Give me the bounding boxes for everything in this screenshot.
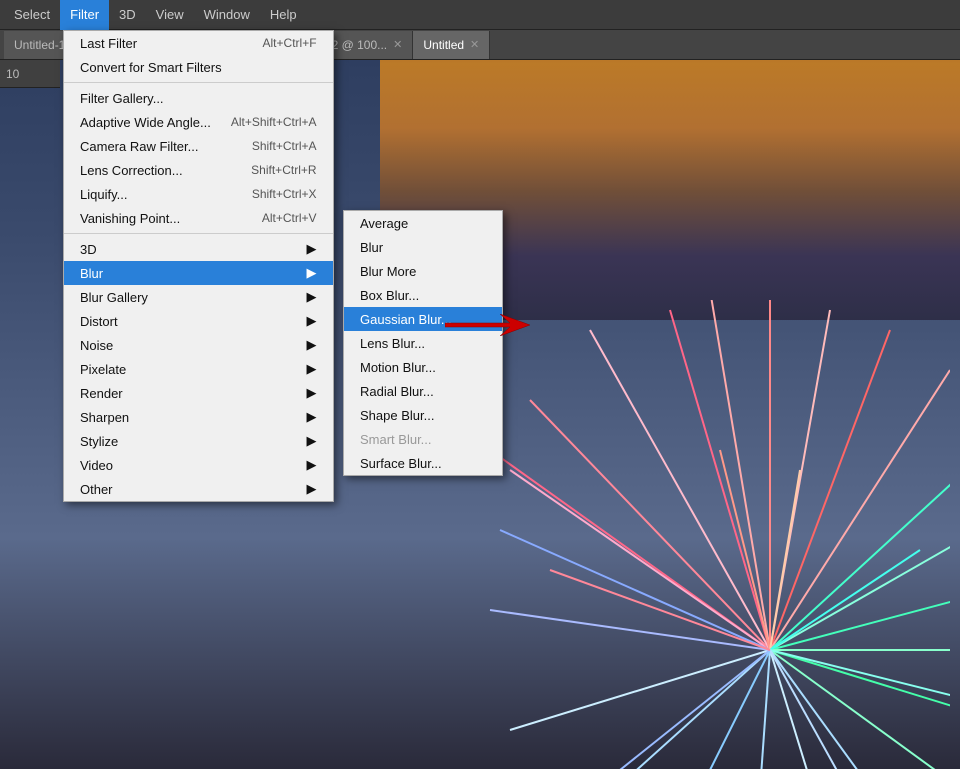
filter-blur-label: Blur (80, 266, 103, 281)
blur-more[interactable]: Blur More (344, 259, 502, 283)
filter-pixelate-label: Pixelate (80, 362, 126, 377)
filter-sharpen[interactable]: Sharpen ▶ (64, 405, 333, 429)
filter-other-label: Other (80, 482, 113, 497)
filter-vanishing-shortcut: Alt+Ctrl+V (262, 211, 317, 225)
filter-distort-arrow: ▶ (307, 313, 317, 329)
filter-menu: Last Filter Alt+Ctrl+F Convert for Smart… (63, 30, 334, 502)
blur-smart: Smart Blur... (344, 427, 502, 451)
blur-radial[interactable]: Radial Blur... (344, 379, 502, 403)
filter-lens-correction[interactable]: Lens Correction... Shift+Ctrl+R (64, 158, 333, 182)
filter-distort-label: Distort (80, 314, 118, 329)
menu-window[interactable]: Window (194, 0, 260, 30)
blur-average-label: Average (360, 216, 408, 231)
menu-help[interactable]: Help (260, 0, 307, 30)
filter-noise-arrow: ▶ (307, 337, 317, 353)
filter-blur-gallery-label: Blur Gallery (80, 290, 148, 305)
filter-other[interactable]: Other ▶ (64, 477, 333, 501)
blur-blur-label: Blur (360, 240, 383, 255)
blur-shape-label: Shape Blur... (360, 408, 434, 423)
blur-surface-label: Surface Blur... (360, 456, 442, 471)
filter-camera-shortcut: Shift+Ctrl+A (252, 139, 317, 153)
filter-adaptive-wide[interactable]: Adaptive Wide Angle... Alt+Shift+Ctrl+A (64, 110, 333, 134)
blur-lens-label: Lens Blur... (360, 336, 425, 351)
menu-select[interactable]: Select (4, 0, 60, 30)
separator-1 (64, 82, 333, 83)
filter-last-filter-shortcut: Alt+Ctrl+F (263, 36, 317, 50)
filter-noise-label: Noise (80, 338, 113, 353)
filter-render[interactable]: Render ▶ (64, 381, 333, 405)
filter-noise[interactable]: Noise ▶ (64, 333, 333, 357)
blur-radial-label: Radial Blur... (360, 384, 434, 399)
arrow-pointer (445, 314, 530, 336)
blur-smart-label: Smart Blur... (360, 432, 432, 447)
tab-label: Untitled (423, 38, 464, 52)
blur-box[interactable]: Box Blur... (344, 283, 502, 307)
tab-untitled[interactable]: Untitled ✕ (413, 31, 490, 59)
filter-sharpen-arrow: ▶ (307, 409, 317, 425)
blur-more-label: Blur More (360, 264, 416, 279)
blur-surface[interactable]: Surface Blur... (344, 451, 502, 475)
filter-3d[interactable]: 3D ▶ (64, 237, 333, 261)
filter-3d-arrow: ▶ (307, 241, 317, 257)
filter-pixelate[interactable]: Pixelate ▶ (64, 357, 333, 381)
menu-filter[interactable]: Filter (60, 0, 109, 30)
filter-lens-label: Lens Correction... (80, 163, 183, 178)
filter-stylize-arrow: ▶ (307, 433, 317, 449)
filter-camera-raw[interactable]: Camera Raw Filter... Shift+Ctrl+A (64, 134, 333, 158)
filter-last-filter-label: Last Filter (80, 36, 137, 51)
filter-convert-smart-label: Convert for Smart Filters (80, 60, 222, 75)
filter-stylize-label: Stylize (80, 434, 118, 449)
filter-last-filter[interactable]: Last Filter Alt+Ctrl+F (64, 31, 333, 55)
filter-blur-gallery-arrow: ▶ (307, 289, 317, 305)
filter-blur-gallery[interactable]: Blur Gallery ▶ (64, 285, 333, 309)
filter-liquify[interactable]: Liquify... Shift+Ctrl+X (64, 182, 333, 206)
blur-blur[interactable]: Blur (344, 235, 502, 259)
filter-adaptive-shortcut: Alt+Shift+Ctrl+A (231, 115, 317, 129)
filter-vanishing-point[interactable]: Vanishing Point... Alt+Ctrl+V (64, 206, 333, 230)
separator-2 (64, 233, 333, 234)
filter-video-arrow: ▶ (307, 457, 317, 473)
blur-box-label: Box Blur... (360, 288, 419, 303)
menu-view[interactable]: View (146, 0, 194, 30)
blur-gaussian-label: Gaussian Blur... (360, 312, 452, 327)
filter-video-label: Video (80, 458, 113, 473)
filter-adaptive-label: Adaptive Wide Angle... (80, 115, 211, 130)
blur-submenu: Average Blur Blur More Box Blur... Gauss… (343, 210, 503, 476)
filter-3d-label: 3D (80, 242, 97, 257)
blur-motion[interactable]: Motion Blur... (344, 355, 502, 379)
blur-average[interactable]: Average (344, 211, 502, 235)
filter-stylize[interactable]: Stylize ▶ (64, 429, 333, 453)
filter-video[interactable]: Video ▶ (64, 453, 333, 477)
filter-render-label: Render (80, 386, 123, 401)
filter-render-arrow: ▶ (307, 385, 317, 401)
blur-motion-label: Motion Blur... (360, 360, 436, 375)
filter-liquify-shortcut: Shift+Ctrl+X (252, 187, 317, 201)
filter-vanishing-label: Vanishing Point... (80, 211, 180, 226)
menu-3d[interactable]: 3D (109, 0, 146, 30)
filter-convert-smart[interactable]: Convert for Smart Filters (64, 55, 333, 79)
filter-gallery[interactable]: Filter Gallery... (64, 86, 333, 110)
filter-blur[interactable]: Blur ▶ (64, 261, 333, 285)
tab-close-3[interactable]: ✕ (393, 38, 402, 51)
tab-close-4[interactable]: ✕ (470, 38, 479, 51)
filter-camera-label: Camera Raw Filter... (80, 139, 198, 154)
zoom-value: 10 (6, 67, 19, 81)
filter-sharpen-label: Sharpen (80, 410, 129, 425)
filter-blur-arrow: ▶ (307, 265, 317, 281)
filter-gallery-label: Filter Gallery... (80, 91, 164, 106)
filter-lens-shortcut: Shift+Ctrl+R (251, 163, 316, 177)
filter-distort[interactable]: Distort ▶ (64, 309, 333, 333)
blur-shape[interactable]: Shape Blur... (344, 403, 502, 427)
filter-pixelate-arrow: ▶ (307, 361, 317, 377)
filter-other-arrow: ▶ (307, 481, 317, 497)
filter-liquify-label: Liquify... (80, 187, 127, 202)
